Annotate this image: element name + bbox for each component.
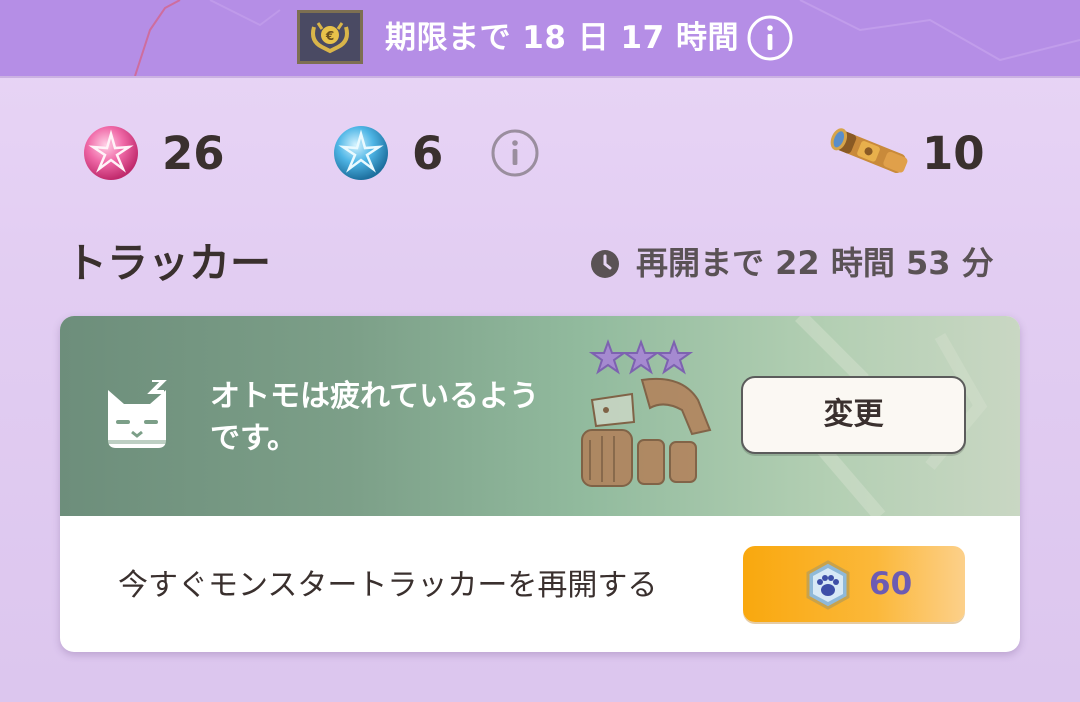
- pink-gem-icon: [84, 126, 138, 180]
- palico-tired-message: オトモは疲れているようです。: [210, 379, 540, 456]
- blue-gem-icon: [334, 126, 388, 180]
- tracker-card: オトモは疲れているようです。 変更 今すぐモンスタートラッカーを再開する 60: [60, 316, 1020, 652]
- restart-price: 60: [869, 566, 913, 602]
- pink-gem-counter: 26: [80, 122, 230, 186]
- crest-badge-icon: €: [297, 10, 363, 64]
- gem-info-icon[interactable]: [490, 128, 540, 178]
- deadline-text: 期限まで 18 日 17 時間: [385, 20, 739, 56]
- blue-gem-count: 6: [412, 127, 444, 180]
- pink-gem-count: 26: [162, 127, 225, 180]
- sleeping-cat-icon: [108, 380, 167, 448]
- telescope-icon: [830, 128, 908, 174]
- blue-gem-counter: 6: [330, 122, 470, 186]
- deadline-banner: € 期限まで 18 日 17 時間: [0, 0, 1080, 76]
- tracker-title: トラッカー: [66, 239, 271, 287]
- clock-icon: [591, 250, 619, 278]
- restart-now-label: 今すぐモンスタートラッカーを再開する: [118, 568, 658, 603]
- restart-countdown: 再開まで 22 時間 53 分: [636, 244, 994, 282]
- telescope-counter: 10: [826, 122, 986, 186]
- telescope-count: 10: [922, 127, 985, 180]
- svg-text:€: €: [325, 29, 334, 43]
- change-button[interactable]: 変更: [741, 376, 966, 454]
- restart-now-button[interactable]: 60: [743, 546, 965, 622]
- palico-status-panel: オトモは疲れているようです。 変更: [60, 316, 1020, 516]
- monster-icon: [581, 377, 712, 487]
- info-icon[interactable]: [746, 14, 794, 62]
- paw-gem-icon: [806, 560, 850, 610]
